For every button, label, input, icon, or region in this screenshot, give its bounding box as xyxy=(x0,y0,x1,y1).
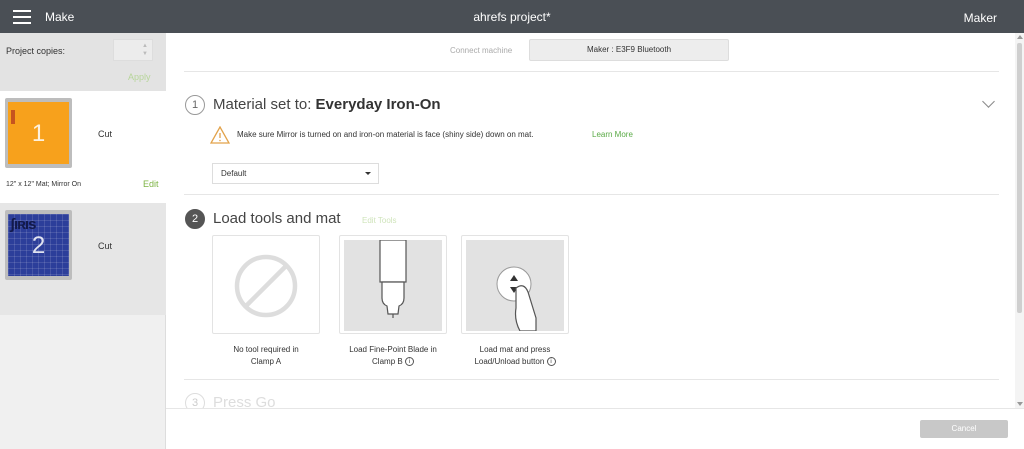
warning-icon xyxy=(210,126,230,144)
mat-number: 2 xyxy=(31,232,46,259)
machine-name: Maker xyxy=(963,11,997,25)
scroll-down-icon[interactable] xyxy=(1017,402,1023,406)
mirror-warning-text: Make sure Mirror is turned on and iron-o… xyxy=(237,130,534,139)
stepper-down-icon[interactable]: ▼ xyxy=(140,50,150,58)
caption-line-2: Clamp B xyxy=(372,357,403,366)
tool-image xyxy=(466,240,564,331)
scrollbar[interactable] xyxy=(1015,33,1024,408)
mat-number: 1 xyxy=(31,120,46,147)
caption-line-2-wrap: Clamp B i xyxy=(339,356,447,368)
caption-line-1: No tool required in xyxy=(233,345,299,354)
mat-thumbnail[interactable]: ʃıʀıs 2 xyxy=(5,210,72,280)
footer-bar: Cancel xyxy=(166,408,1024,449)
learn-more-link[interactable]: Learn More xyxy=(592,130,633,139)
caption-line-2-wrap: Load/Unload button i xyxy=(461,356,569,368)
fine-point-blade-icon xyxy=(379,240,407,318)
main-panel: Connect machine Maker : E3F9 Bluetooth 1… xyxy=(166,33,1024,408)
tool-caption-load-mat: Load mat and press Load/Unload button i xyxy=(461,344,569,368)
pressure-dropdown[interactable]: Default xyxy=(212,163,379,184)
load-unload-button-icon xyxy=(496,266,537,331)
tool-card-clamp-a xyxy=(212,235,320,334)
caption-line-1: Load mat and press xyxy=(479,345,551,354)
info-icon[interactable]: i xyxy=(404,357,414,367)
step-3-title: Press Go xyxy=(213,394,276,408)
mat-item-1[interactable]: 1 Cut 12" x 12" Mat; Mirror On Edit xyxy=(0,91,166,203)
divider xyxy=(184,379,999,380)
pressure-dropdown-value: Default xyxy=(221,169,247,178)
mat-action-label: Cut xyxy=(98,129,113,139)
info-icon[interactable]: i xyxy=(546,357,556,367)
connect-machine-label: Connect machine xyxy=(450,46,513,55)
edit-tools-link[interactable]: Edit Tools xyxy=(362,216,397,225)
step-1-title-prefix: Material set to: xyxy=(213,96,316,113)
project-copies-row: Project copies: ▲ ▼ Apply xyxy=(0,33,166,91)
cancel-button[interactable]: Cancel xyxy=(920,420,1008,438)
caret-down-icon xyxy=(365,172,371,175)
tool-caption-clamp-a: No tool required in Clamp A xyxy=(212,344,320,368)
material-name[interactable]: Everyday Iron-On xyxy=(316,96,441,113)
scroll-thumb[interactable] xyxy=(1017,43,1022,313)
mat-preview: 1 xyxy=(8,102,69,164)
no-tool-icon xyxy=(234,254,298,318)
step-number-3: 3 xyxy=(185,393,205,408)
step-number-2: 2 xyxy=(185,209,205,229)
divider xyxy=(184,194,999,195)
tool-image xyxy=(344,240,442,331)
chevron-down-icon[interactable] xyxy=(982,95,995,108)
tool-card-load-mat xyxy=(461,235,569,334)
caption-line-1: Load Fine-Point Blade in xyxy=(349,345,437,354)
tool-card-clamp-b xyxy=(339,235,447,334)
mat-thumbnail[interactable]: 1 xyxy=(5,98,72,168)
divider xyxy=(184,71,999,72)
mat-preview: ʃıʀıs 2 xyxy=(8,214,69,276)
project-title: ahrefs project* xyxy=(473,10,551,24)
copies-stepper[interactable]: ▲ ▼ xyxy=(140,42,150,58)
step-number-1: 1 xyxy=(185,95,205,115)
top-bar: Make ahrefs project* Maker xyxy=(0,0,1024,33)
apply-button[interactable]: Apply xyxy=(128,72,151,82)
mat-item-2[interactable]: ʃıʀıs 2 Cut xyxy=(0,203,166,315)
step-2-title: Load tools and mat xyxy=(213,210,341,227)
caption-line-2: Load/Unload button xyxy=(474,357,545,366)
edit-mat-link[interactable]: Edit xyxy=(143,179,159,189)
mat-sidebar: Project copies: ▲ ▼ Apply 1 Cut 12" x 12… xyxy=(0,33,166,408)
scroll-up-icon[interactable] xyxy=(1017,35,1023,39)
design-glyphs: ʃıʀıs xyxy=(10,216,36,233)
mat-description: 12" x 12" Mat; Mirror On xyxy=(6,181,81,188)
project-copies-input[interactable]: ▲ ▼ xyxy=(113,39,153,61)
project-copies-label: Project copies: xyxy=(6,46,66,56)
sidebar-footer xyxy=(0,408,166,449)
caption-line-2: Clamp A xyxy=(250,357,282,366)
machine-select-button[interactable]: Maker : E3F9 Bluetooth xyxy=(529,39,729,61)
tool-image xyxy=(217,240,315,331)
step-1-title: Material set to: Everyday Iron-On xyxy=(213,96,441,113)
mat-action-label: Cut xyxy=(98,241,113,251)
tool-caption-clamp-b: Load Fine-Point Blade in Clamp B i xyxy=(339,344,447,368)
stepper-up-icon[interactable]: ▲ xyxy=(140,42,150,50)
